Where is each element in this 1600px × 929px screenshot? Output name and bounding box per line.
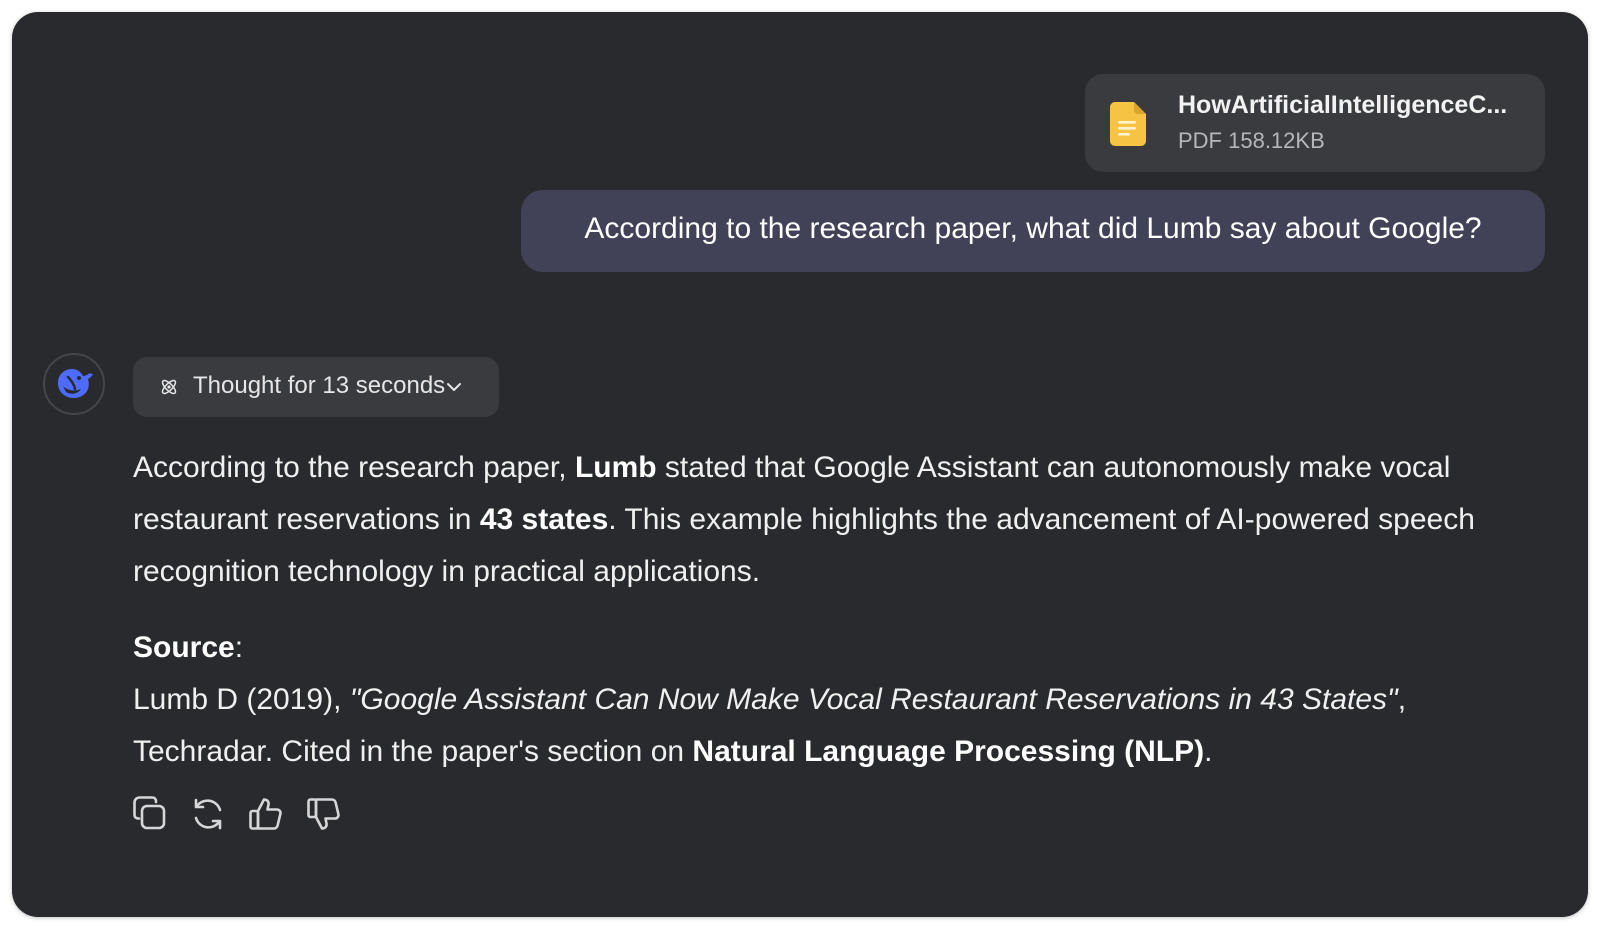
copy-button[interactable] <box>131 795 171 835</box>
chevron-down-icon <box>447 383 461 391</box>
answer-bold-lumb: Lumb <box>574 451 657 484</box>
thought-toggle-button[interactable]: Thought for 13 seconds <box>133 357 499 417</box>
attachment-file-meta: PDF 158.12KB <box>1178 128 1325 153</box>
assistant-answer: According to the research paper, Lumb st… <box>133 442 1533 778</box>
source-title: "Google Assistant Can Now Make Vocal Res… <box>349 683 1398 716</box>
atom-icon <box>161 379 177 395</box>
source-block: Source: Lumb D (2019), "Google Assistant… <box>133 622 1533 778</box>
user-message-text: According to the research paper, what di… <box>584 212 1482 245</box>
whale-logo-icon <box>58 369 93 398</box>
source-section: Natural Language Processing (NLP) <box>692 735 1205 768</box>
attachment-file-name: HowArtificialIntelligenceC... <box>1178 91 1508 119</box>
answer-paragraph: According to the research paper, Lumb st… <box>133 451 1475 588</box>
user-message-bubble: According to the research paper, what di… <box>521 190 1545 272</box>
chat-window: HowArtificialIntelligenceC... PDF 158.12… <box>12 12 1588 917</box>
thumbs-up-icon <box>249 798 282 830</box>
assistant-avatar <box>43 353 105 415</box>
thumbs-up-button[interactable] <box>247 795 287 835</box>
thumbs-down-button[interactable] <box>305 795 345 835</box>
source-heading: Source: <box>133 631 244 664</box>
regenerate-button[interactable] <box>189 795 229 835</box>
thought-label: Thought for 13 seconds <box>193 372 446 399</box>
source-citation: Lumb D (2019), "Google Assistant Can Now… <box>133 683 1407 768</box>
document-icon <box>1110 102 1146 146</box>
attachment-card[interactable]: HowArtificialIntelligenceC... PDF 158.12… <box>1085 74 1545 172</box>
copy-icon <box>133 796 166 830</box>
regenerate-icon <box>194 798 222 830</box>
thumbs-down-icon <box>307 798 340 830</box>
answer-bold-states: 43 states <box>479 503 609 536</box>
